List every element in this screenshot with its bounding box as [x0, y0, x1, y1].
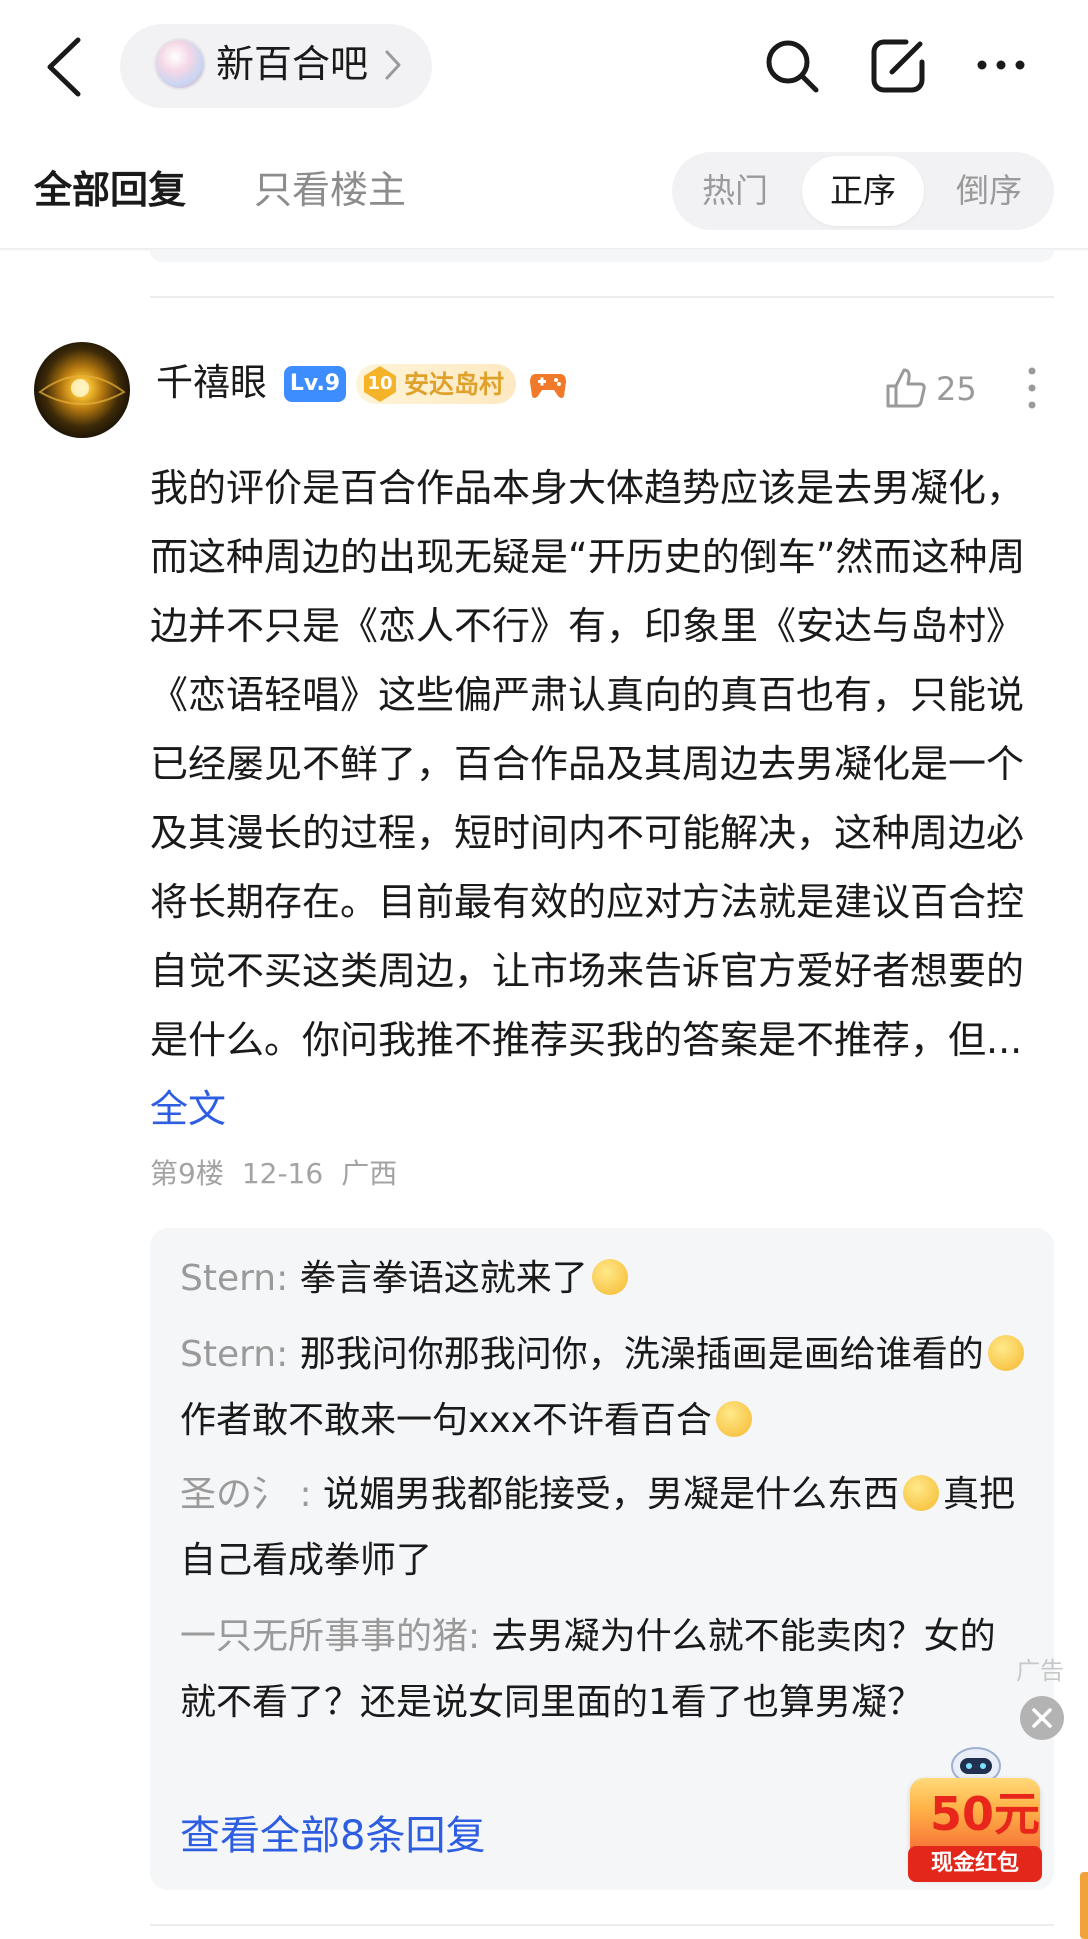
close-icon[interactable]: [1020, 1696, 1064, 1740]
sort-desc-button[interactable]: 倒序: [956, 170, 1022, 212]
level-badge: Lv.9: [284, 366, 346, 402]
post-location: 广西: [341, 1157, 398, 1190]
emoji-icon: [591, 1259, 628, 1295]
edit-icon[interactable]: [868, 36, 928, 96]
post-date: 12-16: [241, 1157, 324, 1190]
scroll-indicator[interactable]: [1080, 1872, 1088, 1939]
ad-caption: 现金红包: [930, 1851, 1019, 1876]
sub-reply-text: 作者敢不敢来一句xxx不许看百合: [180, 1400, 712, 1441]
more-vertical-icon[interactable]: [1028, 366, 1036, 410]
sub-reply-author[interactable]: 圣の氵: [180, 1474, 288, 1515]
sub-reply[interactable]: Stern: 那我问你那我问你，洗澡插画是画给谁看的作者敢不敢来一句xxx不许看…: [180, 1322, 1030, 1454]
sort-asc-button[interactable]: 正序: [830, 170, 896, 212]
post-meta: 第9楼 12-16 广西: [150, 1156, 415, 1192]
floor-number: 第9楼: [150, 1157, 224, 1190]
sub-reply[interactable]: 一只无所事事的猪: 去男凝为什么就不能卖肉？女的就不看了？还是说女同里面的1看了…: [180, 1604, 1030, 1736]
previous-reply-card-edge: [150, 250, 1054, 262]
gamepad-badge-icon: [530, 374, 566, 398]
emoji-icon: [987, 1335, 1024, 1371]
search-icon[interactable]: [762, 36, 822, 96]
back-icon[interactable]: [38, 34, 92, 100]
sub-reply-text: 拳言拳语这就来了: [299, 1258, 588, 1299]
sub-reply[interactable]: 圣の氵 : 说媚男我都能接受，男凝是什么东西 真把自己看成拳师了: [180, 1462, 1030, 1594]
sub-reply-text: 说媚男我都能接受，男凝是什么东西: [323, 1474, 900, 1515]
avatar-eye-graphic: [38, 375, 126, 405]
post-divider: [150, 296, 1054, 298]
fan-level-number: 10: [367, 373, 393, 394]
more-icon[interactable]: [975, 58, 1027, 72]
sub-reply-author[interactable]: Stern: [180, 1258, 276, 1299]
thumbs-up-icon[interactable]: [884, 366, 928, 410]
sub-reply-text: 那我问你那我问你，洗澡插画是画给谁看的: [299, 1334, 984, 1375]
post-content-text: 我的评价是百合作品本身大体趋势应该是去男凝化，而这种周边的出现无疑是“开历史的倒…: [150, 466, 1026, 1062]
tab-op-only[interactable]: 只看楼主: [254, 166, 406, 214]
full-text-link[interactable]: 全文: [150, 1087, 226, 1131]
username[interactable]: 千禧眼: [156, 360, 267, 406]
view-all-replies-link[interactable]: 查看全部8条回复: [180, 1810, 485, 1862]
forum-logo: [154, 38, 206, 90]
tab-all-replies[interactable]: 全部回复: [34, 166, 186, 214]
emoji-icon: [715, 1401, 752, 1437]
sub-reply-author[interactable]: 一只无所事事的猪: [180, 1616, 468, 1657]
ad-label: 广告: [1016, 1657, 1064, 1685]
sort-hot-button[interactable]: 热门: [702, 170, 768, 212]
post-content[interactable]: 我的评价是百合作品本身大体趋势应该是去男凝化，而这种周边的出现无疑是“开历史的倒…: [150, 454, 1034, 1144]
ad-amount: 50元: [930, 1787, 1041, 1841]
forum-name[interactable]: 新百合吧: [216, 40, 368, 88]
post-bottom-divider: [150, 1924, 1054, 1926]
like-count: 25: [936, 370, 977, 408]
sub-reply-author[interactable]: Stern: [180, 1334, 276, 1375]
avatar[interactable]: [34, 342, 130, 438]
fan-badge-label: 安达岛村: [404, 370, 505, 399]
chevron-right-icon: [385, 50, 401, 80]
sub-reply[interactable]: Stern: 拳言拳语这就来了: [180, 1246, 1030, 1312]
emoji-icon: [903, 1475, 940, 1511]
